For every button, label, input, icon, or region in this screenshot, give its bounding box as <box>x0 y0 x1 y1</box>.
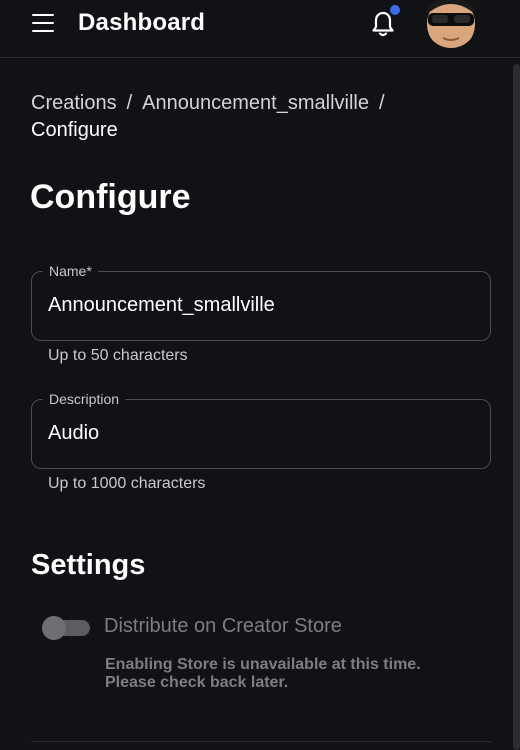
description-field-label: Description <box>43 390 126 408</box>
breadcrumb-separator: / <box>378 92 385 114</box>
app-title: Dashboard <box>78 9 206 36</box>
breadcrumb-link-creations[interactable]: Creations <box>31 92 117 114</box>
top-app-bar: Dashboard <box>0 0 520 58</box>
page-title: Configure <box>30 178 191 216</box>
distribute-toggle[interactable] <box>42 616 90 640</box>
breadcrumb-separator: / <box>126 92 133 114</box>
name-field-value[interactable]: Announcement_smallville <box>48 294 275 317</box>
store-unavailable-notice: Enabling Store is unavailable at this ti… <box>105 656 421 691</box>
description-field-value[interactable]: Audio <box>48 422 99 445</box>
name-helper-text: Up to 50 characters <box>48 347 188 364</box>
scrollbar[interactable] <box>513 64 520 750</box>
breadcrumb-current: Configure <box>31 119 118 141</box>
toggle-thumb <box>42 616 66 640</box>
notification-dot <box>390 5 400 15</box>
divider <box>31 741 491 742</box>
breadcrumb: Creations / Announcement_smallville / Confi… <box>31 90 471 144</box>
description-field[interactable]: Description Audio <box>31 390 491 469</box>
settings-heading: Settings <box>31 549 146 581</box>
breadcrumb-link-asset[interactable]: Announcement_smallville <box>142 92 369 114</box>
name-field[interactable]: Name* Announcement_smallville <box>31 262 491 341</box>
name-field-label: Name* <box>43 262 98 280</box>
distribute-toggle-label: Distribute on Creator Store <box>104 615 342 637</box>
description-helper-text: Up to 1000 characters <box>48 475 206 492</box>
hamburger-menu-icon[interactable] <box>32 14 54 32</box>
avatar[interactable] <box>425 0 477 48</box>
